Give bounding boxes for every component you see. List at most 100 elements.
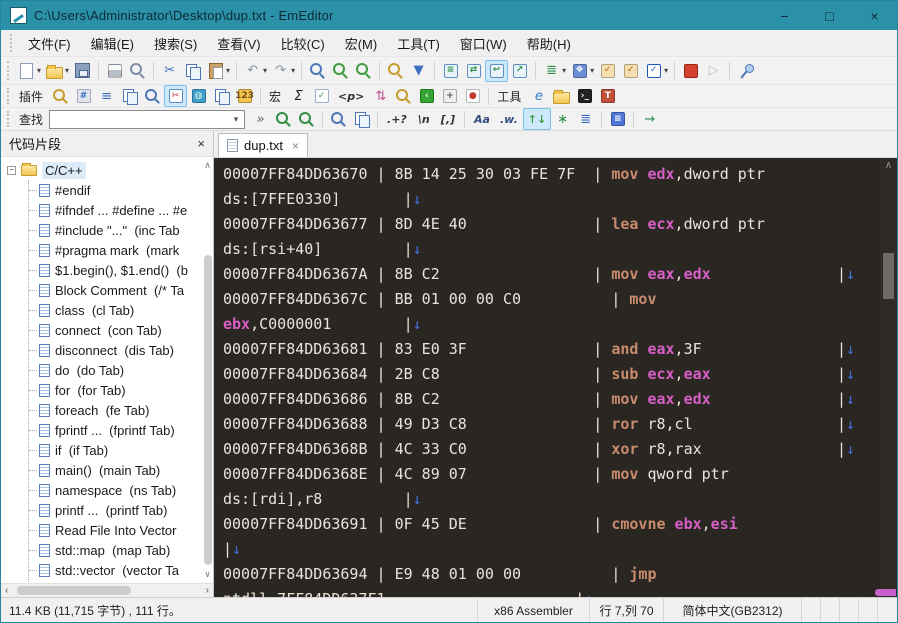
save-file[interactable] [71, 60, 94, 82]
status-extra-1[interactable] [801, 598, 820, 623]
paste[interactable]: ▾ [204, 60, 232, 82]
no-wrap[interactable]: ≡ [439, 60, 462, 82]
number-range-toggle[interactable]: [,] [436, 108, 460, 130]
find[interactable] [306, 60, 329, 82]
tree-item-9[interactable]: disconnect (dis Tab) [29, 340, 213, 360]
tree-item-12[interactable]: foreach (fe Tab) [29, 400, 213, 420]
cut[interactable]: ✂ [158, 60, 181, 82]
find-previous-toolbar[interactable] [352, 60, 375, 82]
tree-item-10[interactable]: do (do Tab) [29, 360, 213, 380]
tree-scroll-down-icon[interactable]: ∨ [203, 569, 212, 580]
menu-item-2[interactable]: 编辑(E) [81, 30, 144, 57]
wrap-by-char[interactable]: ↩ [485, 60, 508, 82]
paste-dropdown[interactable]: ▾ [226, 66, 230, 75]
tab-close-icon[interactable]: × [292, 139, 299, 153]
plugin-preview[interactable] [141, 85, 164, 107]
status-extra-5[interactable] [877, 598, 897, 623]
tree-vertical-scrollbar[interactable]: ∧ ∨ [202, 157, 213, 583]
tab-dup-txt[interactable]: dup.txt × [218, 133, 308, 157]
menu-item-7[interactable]: 工具(T) [387, 30, 450, 57]
checkbox-options[interactable]: ✓▾ [642, 60, 670, 82]
outline[interactable]: ≣▾ [540, 60, 568, 82]
macro-find-folder[interactable] [392, 85, 415, 107]
tree-scroll-right-icon[interactable]: › [206, 584, 209, 598]
more-options[interactable]: » [249, 108, 272, 130]
menu-item-6[interactable]: 宏(M) [335, 30, 388, 57]
macro-position[interactable]: + [438, 85, 461, 107]
find-input[interactable] [50, 112, 228, 126]
status-extra-3[interactable] [839, 598, 858, 623]
plugin-number[interactable]: 123 [233, 85, 256, 107]
open-file-dropdown[interactable]: ▾ [65, 66, 69, 75]
plugin-snippets[interactable]: ✂ [164, 85, 187, 107]
status-syntax[interactable]: x86 Assembler [477, 598, 589, 623]
tree-scrollbar-thumb[interactable] [204, 255, 212, 565]
whole-word[interactable]: .w. [495, 108, 523, 130]
print-preview[interactable] [126, 60, 149, 82]
macro-compare[interactable]: ● [461, 85, 484, 107]
find-next-toolbar[interactable] [329, 60, 352, 82]
tree-item-8[interactable]: connect (con Tab) [29, 320, 213, 340]
macro-validate[interactable]: ✓ [310, 85, 333, 107]
macro-tag[interactable]: <p> [333, 85, 369, 107]
regex-toggle[interactable]: .+? [382, 108, 412, 130]
editor-scrollbar-thumb[interactable] [883, 253, 894, 299]
run-macro[interactable]: ▷ [702, 60, 725, 82]
menu-item-8[interactable]: 窗口(W) [450, 30, 517, 57]
copy-results[interactable] [350, 108, 373, 130]
escape-sequence-toggle[interactable]: \n [412, 108, 436, 130]
menu-item-9[interactable]: 帮助(H) [517, 30, 581, 57]
tree-item-5[interactable]: $1.begin(), $1.end() (b [29, 260, 213, 280]
pin[interactable] [734, 60, 757, 82]
find-previous[interactable] [295, 108, 318, 130]
menu-item-5[interactable]: 比较(C) [271, 30, 335, 57]
record-macro[interactable] [679, 60, 702, 82]
minimize-button[interactable]: − [762, 1, 807, 30]
redo-dropdown[interactable]: ▾ [291, 66, 295, 75]
maximize-button[interactable]: □ [807, 1, 852, 30]
tool-customize[interactable]: T [596, 85, 619, 107]
search-up-down[interactable]: ↑↓ [523, 108, 551, 130]
tree-item-16[interactable]: namespace (ns Tab) [29, 480, 213, 500]
tree-root-row[interactable]: − C/C++ [1, 160, 213, 180]
tree-item-14[interactable]: if (if Tab) [29, 440, 213, 460]
combo-dropdown-icon[interactable]: ▾ [228, 114, 244, 125]
tree-item-6[interactable]: Block Comment (/* Ta [29, 280, 213, 300]
select-document[interactable]: ✓ [596, 60, 619, 82]
match-similar[interactable]: ∗ [551, 108, 574, 130]
display-options[interactable]: ≡ [606, 108, 629, 130]
filter[interactable]: ▼ [407, 60, 430, 82]
select-all-documents[interactable]: ✓ [619, 60, 642, 82]
editor-scroll-up-icon[interactable]: ∧ [880, 160, 897, 171]
tool-command-prompt[interactable]: ›_ [573, 85, 596, 107]
print[interactable] [103, 60, 126, 82]
plugin-search[interactable] [49, 85, 72, 107]
tree-item-4[interactable]: #pragma mark (mark [29, 240, 213, 260]
find-in-files[interactable] [384, 60, 407, 82]
copy[interactable] [181, 60, 204, 82]
find-combobox[interactable]: ▾ [49, 110, 245, 129]
menu-item-4[interactable]: 查看(V) [207, 30, 270, 57]
macro-sort[interactable]: ⇅ [369, 85, 392, 107]
status-encoding[interactable]: 简体中文(GB2312) [663, 598, 801, 623]
tree-item-2[interactable]: #ifndef ... #define ... #e [29, 200, 213, 220]
tool-open-folder[interactable] [550, 85, 573, 107]
wrap-by-window[interactable]: ⇄ [462, 60, 485, 82]
tree-item-13[interactable]: fprintf ... (fprintf Tab) [29, 420, 213, 440]
macro-sum[interactable]: Σ [287, 85, 310, 107]
tree-item-17[interactable]: printf ... (printf Tab) [29, 500, 213, 520]
tree-item-19[interactable]: std::map (map Tab) [29, 540, 213, 560]
tree-scroll-up-icon[interactable]: ∧ [203, 160, 212, 171]
tree-item-7[interactable]: class (cl Tab) [29, 300, 213, 320]
tree-expander-icon[interactable]: − [7, 166, 16, 175]
tree-item-3[interactable]: #include "..." (inc Tab [29, 220, 213, 240]
plugin-transfer[interactable] [210, 85, 233, 107]
plugin-open-documents[interactable] [118, 85, 141, 107]
find-next[interactable] [272, 108, 295, 130]
editor-text-area[interactable]: 00007FF84DD63670 | 8B 14 25 30 03 FE 7F … [214, 158, 880, 597]
tree-scroll-left-icon[interactable]: ‹ [5, 584, 8, 598]
new-file[interactable]: ▾ [15, 60, 43, 82]
find-zoom[interactable] [327, 108, 350, 130]
plugin-word-count[interactable]: ≡ [95, 85, 118, 107]
editor-vertical-scrollbar[interactable]: ∧ [880, 158, 897, 597]
